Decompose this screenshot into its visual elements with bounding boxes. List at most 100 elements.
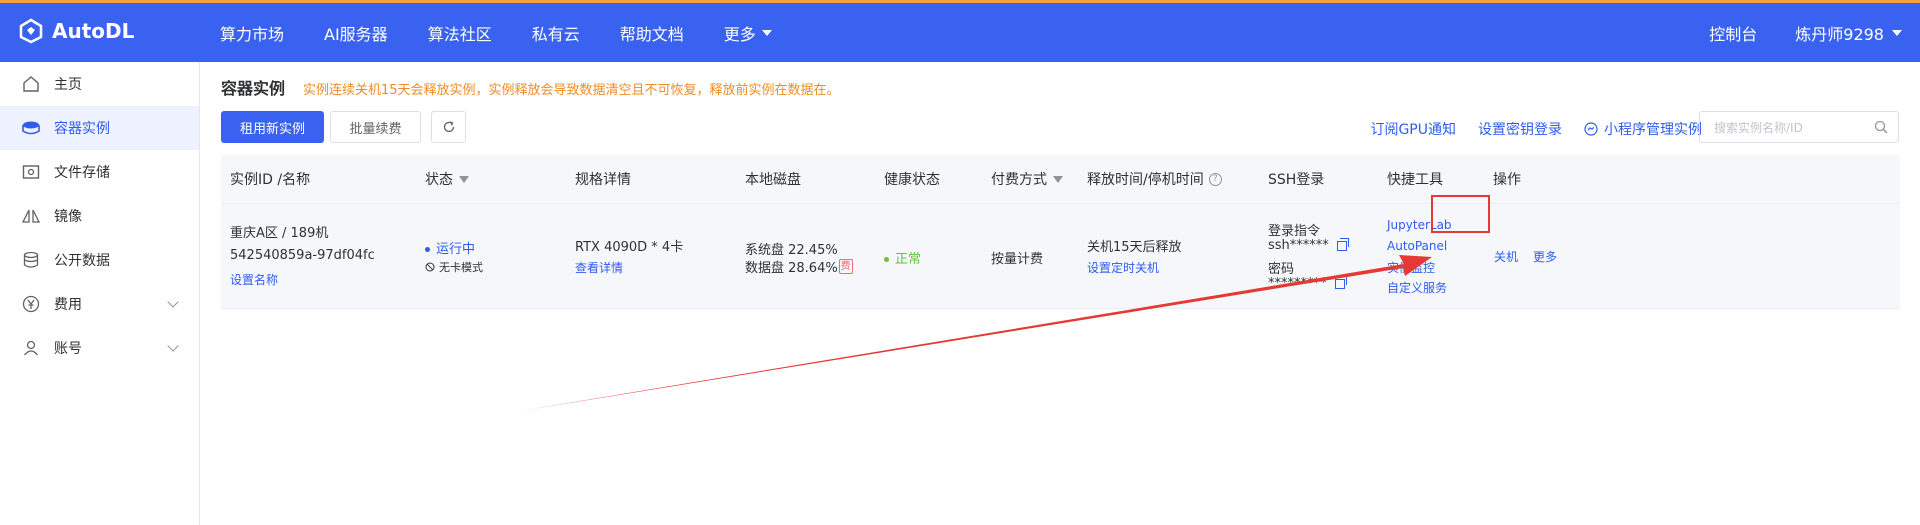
data-disk-usage: 数据盘 28.64% 费 <box>745 257 853 276</box>
set-timer-link[interactable]: 设置定时关机 <box>1087 259 1159 276</box>
user-icon <box>20 337 42 359</box>
instance-id: 542540859a-97df04fc <box>230 248 375 263</box>
sidebar-item-mirror[interactable]: 镜像 <box>0 194 199 238</box>
header-release: 释放时间/停机时间? <box>1087 169 1222 189</box>
chevron-down-icon <box>167 296 179 308</box>
shutdown-button[interactable]: 关机 <box>1494 248 1518 265</box>
header-label: 释放时间/停机时间 <box>1087 172 1204 188</box>
mirror-icon <box>20 205 42 227</box>
header-label: 操作 <box>1493 172 1521 188</box>
sidebar-item-label: 公开数据 <box>54 253 110 269</box>
header-spec: 规格详情 <box>575 169 631 189</box>
nav-label: 帮助文档 <box>619 24 684 44</box>
gpu-notify-link[interactable]: 订阅GPU通知 <box>1370 119 1456 139</box>
mini-program-link[interactable]: 小程序管理实例 <box>1584 119 1702 139</box>
release-time: 关机15天后释放 <box>1087 240 1182 255</box>
shutdown-highlight-box <box>1431 195 1490 233</box>
autopanel-link[interactable]: AutoPanel <box>1387 239 1447 253</box>
main-nav: 算力市场 AI服务器 算法社区 私有云 帮助文档 更多 <box>220 3 812 62</box>
billing-type: 按量计费 <box>991 252 1044 267</box>
top-right-area: 控制台 炼丹师9298 <box>1709 3 1902 62</box>
login-cmd-label: 登录指令 <box>1268 224 1321 239</box>
console-link[interactable]: 控制台 <box>1709 21 1757 45</box>
sidebar-item-instances[interactable]: 容器实例 <box>0 106 199 150</box>
nav-label: 更多 <box>723 24 756 44</box>
more-ops-button[interactable]: 更多 <box>1533 248 1557 265</box>
header-label: 本地磁盘 <box>745 172 801 188</box>
set-name-link[interactable]: 设置名称 <box>230 271 278 288</box>
gpu-less-mode: 无卡模式 <box>425 259 483 275</box>
sidebar-item-label: 主页 <box>54 77 82 93</box>
title-row: 容器实例 实例连续关机15天会释放实例，实例释放会导致数据清空且不可恢复，释放前… <box>221 75 840 99</box>
sidebar-item-home[interactable]: 主页 <box>0 62 199 106</box>
header-label: 实例ID /名称 <box>230 172 311 188</box>
header-links: 订阅GPU通知 设置密钥登录 小程序管理实例 <box>1348 119 1702 139</box>
nav-label: 算法社区 <box>427 24 492 44</box>
table-header: 实例ID /名称 状态 规格详情 本地磁盘 健康状态 付费方式 释放时间/停机时… <box>221 155 1900 204</box>
sidebar-item-label: 容器实例 <box>54 121 110 137</box>
copy-icon[interactable] <box>1334 275 1347 289</box>
help-icon[interactable]: ? <box>1208 172 1222 186</box>
chevron-down-icon <box>167 340 179 352</box>
page-title: 容器实例 <box>221 79 286 98</box>
sidebar-item-billing[interactable]: 费用 <box>0 282 199 326</box>
sidebar-item-label: 费用 <box>54 297 82 313</box>
fee-badge[interactable]: 费 <box>838 259 853 274</box>
nav-item-docs[interactable]: 帮助文档 <box>620 21 684 45</box>
header-label: 健康状态 <box>884 172 940 188</box>
prohibit-icon <box>425 262 435 272</box>
health-status: 正常 <box>884 248 921 267</box>
nav-item-community[interactable]: 算法社区 <box>428 21 492 45</box>
table-row: 重庆A区 / 189机 542540859a-97df04fc 设置名称 运行中… <box>221 204 1900 309</box>
header-label: 付费方式 <box>991 172 1047 188</box>
batch-renew-button[interactable]: 批量续费 <box>330 111 421 143</box>
health-dot <box>884 257 889 262</box>
cube-icon <box>20 117 42 139</box>
instance-table: 实例ID /名称 状态 规格详情 本地磁盘 健康状态 付费方式 释放时间/停机时… <box>221 155 1900 309</box>
filter-icon[interactable] <box>459 175 469 183</box>
header-ops: 操作 <box>1493 169 1521 189</box>
header-tools: 快捷工具 <box>1387 169 1443 189</box>
autodl-logo-icon <box>19 18 43 44</box>
health-label: 正常 <box>895 252 922 267</box>
search-icon <box>1874 120 1888 134</box>
nav-label: 算力市场 <box>220 24 285 44</box>
custom-service-link[interactable]: 自定义服务 <box>1387 279 1447 296</box>
header-health: 健康状态 <box>884 169 940 189</box>
header-label: 快捷工具 <box>1387 172 1443 188</box>
sidebar-item-public-data[interactable]: 公开数据 <box>0 238 199 282</box>
instance-region-link[interactable]: 重庆A区 / 189机 <box>230 222 328 241</box>
header-label: 规格详情 <box>575 172 631 188</box>
password-value: ********* <box>1268 276 1327 291</box>
nav-item-private-cloud[interactable]: 私有云 <box>532 21 580 45</box>
nav-item-ai-server[interactable]: AI服务器 <box>324 21 388 45</box>
nav-item-market[interactable]: 算力市场 <box>220 21 284 45</box>
gpu-spec: RTX 4090D * 4卡 <box>575 240 684 255</box>
sidebar-item-account[interactable]: 账号 <box>0 326 199 370</box>
status-label: 运行中 <box>436 242 476 257</box>
filter-icon[interactable] <box>1053 175 1063 183</box>
new-instance-button[interactable]: 租用新实例 <box>221 111 324 143</box>
header-label: 状态 <box>425 172 453 188</box>
monitor-link[interactable]: 实例监控 <box>1387 259 1435 276</box>
user-menu[interactable]: 炼丹师9298 <box>1795 21 1902 45</box>
login-cmd-value: ssh****** <box>1268 238 1329 253</box>
instance-search-input[interactable]: 搜索实例名称/ID <box>1699 111 1899 143</box>
brand-name: AutoDL <box>52 19 135 43</box>
nav-item-more[interactable]: 更多 <box>724 21 772 45</box>
view-detail-link[interactable]: 查看详情 <box>575 259 623 276</box>
refresh-icon <box>443 121 454 133</box>
mode-label: 无卡模式 <box>439 261 483 274</box>
refresh-button[interactable] <box>431 111 466 143</box>
sidebar-item-label: 账号 <box>54 341 82 357</box>
login-cmd: ssh****** <box>1268 237 1349 253</box>
key-login-link[interactable]: 设置密钥登录 <box>1478 119 1562 139</box>
caret-down-icon <box>761 29 772 36</box>
autodl-logo[interactable]: AutoDL <box>18 18 134 44</box>
header-status: 状态 <box>425 169 469 189</box>
copy-icon[interactable] <box>1336 237 1349 251</box>
sidebar-item-storage[interactable]: 文件存储 <box>0 150 199 194</box>
top-navbar: AutoDL 算力市场 AI服务器 算法社区 私有云 帮助文档 更多 控制台 炼… <box>0 3 1920 62</box>
sidebar-item-label: 镜像 <box>54 209 82 225</box>
header-label: SSH登录 <box>1268 172 1325 188</box>
